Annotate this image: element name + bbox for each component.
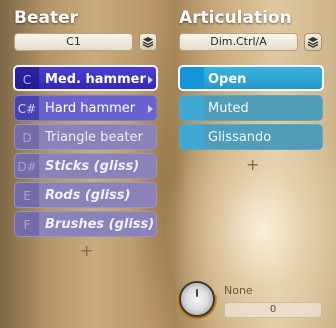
- articulation-selector-field[interactable]: Dim.Ctrl/A: [179, 33, 298, 51]
- beater-key-label: D#: [15, 154, 39, 178]
- beater-key-label: C#: [15, 96, 39, 120]
- knob-indicator: [196, 289, 198, 297]
- beater-key-label: C: [15, 67, 39, 89]
- beater-key-label: E: [15, 183, 39, 207]
- beater-item-brushes-gliss[interactable]: F Brushes (gliss): [14, 211, 157, 237]
- beater-stack-icon[interactable]: [139, 33, 157, 51]
- knob-label: None: [224, 284, 253, 297]
- add-beater-button[interactable]: +: [80, 243, 93, 259]
- chevron-right-icon: [148, 105, 153, 113]
- articulation-key-swatch: [180, 67, 204, 89]
- knob-value-field[interactable]: 0: [224, 302, 322, 318]
- beater-item-label: Triangle beater: [45, 130, 143, 145]
- articulation-item-label: Open: [208, 72, 247, 87]
- chevron-right-icon: [148, 76, 153, 84]
- articulation-stack-icon[interactable]: [304, 33, 322, 51]
- beater-item-label: Brushes (gliss): [45, 217, 155, 232]
- articulation-item-muted[interactable]: Muted: [179, 95, 323, 121]
- add-articulation-button[interactable]: +: [246, 157, 259, 173]
- control-knob[interactable]: [179, 281, 215, 317]
- beater-item-hard-hammer[interactable]: C# Hard hammer: [14, 95, 157, 121]
- articulation-item-open[interactable]: Open: [178, 65, 324, 91]
- beater-item-med-hammer[interactable]: C Med. hammer: [13, 65, 158, 91]
- beater-item-label: Med. hammer: [45, 72, 146, 87]
- beater-item-label: Hard hammer: [45, 101, 136, 116]
- beater-item-triangle-beater[interactable]: D Triangle beater: [14, 124, 157, 150]
- beater-item-label: Sticks (gliss): [45, 159, 140, 174]
- beater-item-label: Rods (gliss): [45, 188, 131, 203]
- beater-item-sticks-gliss[interactable]: D# Sticks (gliss): [14, 153, 157, 179]
- beater-key-label: D: [15, 125, 39, 149]
- beater-title: Beater: [14, 8, 78, 28]
- articulation-item-label: Glissando: [208, 130, 272, 145]
- beater-item-rods-gliss[interactable]: E Rods (gliss): [14, 182, 157, 208]
- articulation-title: Articulation: [179, 8, 292, 28]
- articulation-item-label: Muted: [208, 101, 249, 116]
- articulation-key-swatch: [180, 125, 204, 149]
- beater-selector-field[interactable]: C1: [14, 33, 133, 51]
- articulation-item-glissando[interactable]: Glissando: [179, 124, 323, 150]
- articulation-key-swatch: [180, 96, 204, 120]
- beater-key-label: F: [15, 212, 39, 236]
